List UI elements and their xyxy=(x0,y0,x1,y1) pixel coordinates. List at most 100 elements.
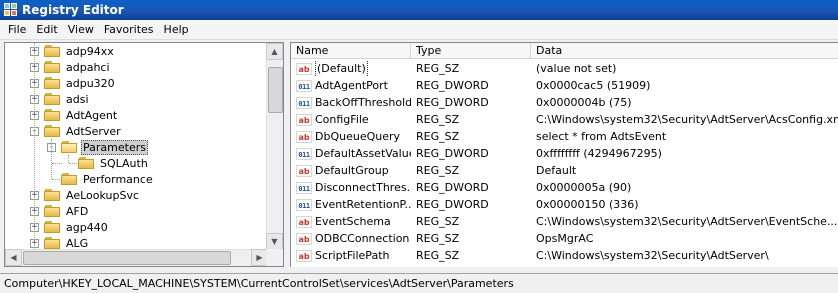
value-row[interactable]: ab EventSchema REG_SZ C:\Windows\system32\S… xyxy=(291,213,838,230)
scroll-up-button[interactable]: ▲ xyxy=(266,43,283,60)
tree-node[interactable]: + AFD xyxy=(30,203,90,219)
tree-node[interactable]: + AeLookupSvc xyxy=(30,187,141,203)
value-row[interactable]: ab DbQueueQuery REG_SZ select * from AdtsEv… xyxy=(291,128,838,145)
value-data: 0x00000150 (336) xyxy=(536,198,639,211)
title-bar[interactable]: Registry Editor xyxy=(0,0,838,20)
scroll-left-button[interactable]: ◀ xyxy=(5,249,22,266)
tree-node[interactable]: - Parameters xyxy=(47,139,148,155)
menu-edit[interactable]: Edit xyxy=(31,23,62,36)
value-row[interactable]: 011 DisconnectThres... REG_DWORD 0x0000005a… xyxy=(291,179,838,196)
status-bar: Computer\HKEY_LOCAL_MACHINE\SYSTEM\Curre… xyxy=(0,273,838,293)
tree-horizontal-scrollbar[interactable]: ◀ ▶ xyxy=(5,249,268,266)
column-header-name[interactable]: Name xyxy=(291,43,411,59)
tree-node-label[interactable]: AFD xyxy=(64,204,90,219)
value-row[interactable]: ab DefaultGroup REG_SZ Default xyxy=(291,162,838,179)
menu-favorites[interactable]: Favorites xyxy=(99,23,159,36)
folder-icon xyxy=(44,109,60,121)
dword-value-icon: 011 xyxy=(296,147,312,160)
tree-node[interactable]: + agp440 xyxy=(30,219,110,235)
string-value-icon: ab xyxy=(296,130,312,143)
value-name-cell: ab ConfigFile xyxy=(296,111,411,128)
tree-node[interactable]: + AdtAgent xyxy=(30,107,119,123)
value-data: 0x0000004b (75) xyxy=(536,96,632,109)
folder-icon xyxy=(44,93,60,105)
scroll-thumb[interactable] xyxy=(268,67,283,113)
dword-value-icon: 011 xyxy=(296,198,312,211)
string-value-icon: ab xyxy=(296,164,312,177)
value-type: REG_SZ xyxy=(416,249,460,262)
value-data: Default xyxy=(536,164,577,177)
scroll-down-button[interactable]: ▼ xyxy=(266,233,283,250)
value-row[interactable]: 011 AdtAgentPort REG_DWORD 0x0000cac5 (5190… xyxy=(291,77,838,94)
value-name: BackOffThreshold xyxy=(315,96,411,109)
open-folder-icon xyxy=(61,141,77,153)
tree-node-label[interactable]: agp440 xyxy=(64,220,110,235)
window-title: Registry Editor xyxy=(22,3,124,17)
string-value-icon: ab xyxy=(296,215,312,228)
tree-node-label[interactable]: Parameters xyxy=(81,139,148,155)
registry-value-list[interactable]: Name Type Data ab (Default) REG_SZ (value n… xyxy=(290,42,838,267)
value-type: REG_DWORD xyxy=(416,96,489,109)
value-name: (Default) xyxy=(315,60,368,77)
value-name-cell: 011 BackOffThreshold xyxy=(296,94,411,111)
tree-node[interactable]: + adsi xyxy=(30,91,91,107)
value-name: DisconnectThres... xyxy=(315,181,411,194)
value-name: ODBCConnection xyxy=(315,232,410,245)
value-type: REG_SZ xyxy=(416,62,460,75)
value-name-cell: ab DefaultGroup xyxy=(296,162,411,179)
tree-node-label[interactable]: AdtAgent xyxy=(64,108,119,123)
tree-node[interactable]: + adp94xx xyxy=(30,43,116,59)
value-name: DbQueueQuery xyxy=(315,130,401,143)
folder-icon xyxy=(44,125,60,137)
horizontal-scroll-thumb[interactable] xyxy=(23,251,231,265)
tree-node-label[interactable]: AeLookupSvc xyxy=(64,188,141,203)
menu-help[interactable]: Help xyxy=(159,23,194,36)
value-row[interactable]: ab (Default) REG_SZ (value not set) xyxy=(291,60,838,77)
registry-key-tree[interactable]: + adp94xx + adpahci + adpu320 + adsi + AdtAgent - A… xyxy=(4,42,284,267)
tree-node-label[interactable]: SQLAuth xyxy=(98,156,150,171)
tree-node-label[interactable]: adsi xyxy=(64,92,91,107)
folder-icon xyxy=(44,189,60,201)
value-row[interactable]: 011 EventRetentionP... REG_DWORD 0x00000150… xyxy=(291,196,838,213)
tree-node[interactable]: Performance xyxy=(47,171,155,187)
value-name: EventRetentionP... xyxy=(315,198,411,211)
tree-guide-line xyxy=(69,163,79,164)
value-row[interactable]: 011 BackOffThreshold REG_DWORD 0x0000004b (… xyxy=(291,94,838,111)
value-name: ScriptFilePath xyxy=(315,249,390,262)
column-header-type[interactable]: Type xyxy=(411,43,531,59)
string-value-icon: ab xyxy=(296,62,312,75)
value-name: ConfigFile xyxy=(315,113,369,126)
value-data: 0xffffffff (4294967295) xyxy=(536,147,662,160)
value-name: EventSchema xyxy=(315,215,391,228)
tree-node-label[interactable]: adpu320 xyxy=(64,76,117,91)
value-row[interactable]: ab ODBCConnection REG_SZ OpsMgrAC xyxy=(291,230,838,247)
tree-node-label[interactable]: Performance xyxy=(81,172,155,187)
value-name-cell: ab ScriptFilePath xyxy=(296,247,411,264)
tree-node[interactable]: + adpu320 xyxy=(30,75,117,91)
tree-node-label[interactable]: adp94xx xyxy=(64,44,116,59)
menu-file[interactable]: File xyxy=(3,23,31,36)
tree-vertical-scrollbar[interactable]: ▲ ▼ xyxy=(266,43,283,250)
tree-node[interactable]: + adpahci xyxy=(30,59,112,75)
tree-node-label[interactable]: AdtServer xyxy=(64,124,123,139)
value-name-cell: 011 DefaultAssetValue xyxy=(296,145,411,162)
value-data: OpsMgrAC xyxy=(536,232,594,245)
tree-node[interactable]: - AdtServer xyxy=(30,123,123,139)
value-name-cell: ab EventSchema xyxy=(296,213,411,230)
tree-guide-line xyxy=(52,179,62,180)
folder-icon xyxy=(44,237,60,249)
value-name: DefaultGroup xyxy=(315,164,389,177)
menu-view[interactable]: View xyxy=(63,23,99,36)
tree-guide-line xyxy=(68,155,69,163)
tree-guide-line xyxy=(34,43,35,250)
tree-node-label[interactable]: adpahci xyxy=(64,60,112,75)
value-data: 0x0000005a (90) xyxy=(536,181,632,194)
dword-value-icon: 011 xyxy=(296,79,312,92)
column-header-data[interactable]: Data xyxy=(531,43,838,59)
value-type: REG_SZ xyxy=(416,232,460,245)
value-row[interactable]: ab ScriptFilePath REG_SZ C:\Windows\system3… xyxy=(291,247,838,264)
value-row[interactable]: ab ConfigFile REG_SZ C:\Windows\system32\Se… xyxy=(291,111,838,128)
value-type: REG_SZ xyxy=(416,130,460,143)
value-row[interactable]: 011 DefaultAssetValue REG_DWORD 0xffffffff … xyxy=(291,145,838,162)
value-data: C:\Windows\system32\Security\AdtServer\E… xyxy=(536,215,838,228)
